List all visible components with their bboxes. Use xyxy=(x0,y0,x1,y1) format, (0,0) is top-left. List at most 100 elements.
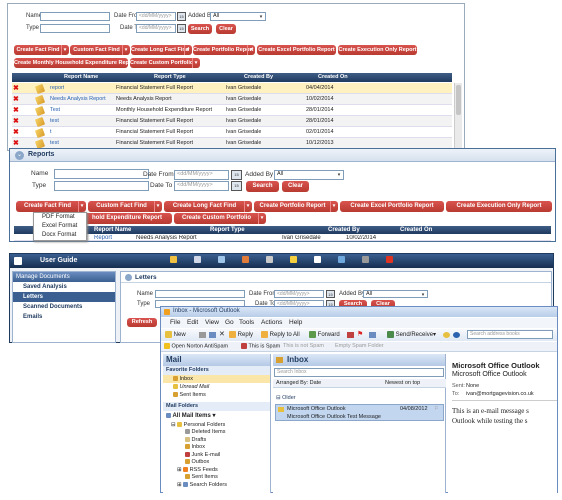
arranged-by-button[interactable]: Arranged By: Date xyxy=(276,379,321,388)
categorize-icon[interactable] xyxy=(347,332,354,338)
refresh-icon[interactable] xyxy=(338,256,345,263)
folder-deleted-items[interactable]: Deleted Items xyxy=(163,429,270,437)
edit-icon[interactable] xyxy=(34,94,46,106)
favorite-folders-header[interactable]: Favorite Folders xyxy=(163,366,270,375)
table-row[interactable]: ✖ Needs Analysis Report Needs Analysis R… xyxy=(12,94,452,106)
help-icon[interactable] xyxy=(453,332,460,338)
column-header[interactable]: Created By xyxy=(244,73,273,82)
menu-help[interactable]: Help xyxy=(289,319,302,326)
search-inbox-input[interactable]: Search Inbox xyxy=(274,368,444,377)
calendar-icon[interactable] xyxy=(170,256,177,263)
report-name[interactable]: test xyxy=(50,116,59,127)
create-fact-find-button[interactable]: Create Fact Find xyxy=(14,45,69,55)
type-input[interactable] xyxy=(54,181,149,191)
sort-order-button[interactable]: Newest on top xyxy=(385,379,420,388)
create-monthly-household-report-button[interactable]: hold Expenditure Report xyxy=(82,213,172,224)
name-input[interactable] xyxy=(40,12,110,21)
message-item[interactable]: Microsoft Office Outlook 04/08/2012 ⚐ Mi… xyxy=(275,404,444,421)
create-custom-portfolio-button[interactable]: Create Custom Portfolio xyxy=(130,58,200,68)
report-name[interactable]: t xyxy=(50,127,52,138)
reply-button[interactable]: Reply xyxy=(229,331,253,338)
create-execution-only-report-button[interactable]: Create Execution Only Report xyxy=(338,45,417,55)
delete-icon[interactable]: ✕ xyxy=(219,330,225,338)
create-excel-portfolio-report-button[interactable]: Create Excel Portfolio Report xyxy=(257,45,336,55)
table-row[interactable]: ✖ t Financial Statement Full Report Ivan… xyxy=(12,127,452,139)
name-input[interactable] xyxy=(54,169,149,179)
clear-button[interactable]: Clear xyxy=(282,181,309,192)
find-icon[interactable] xyxy=(443,332,450,338)
open-norton-button[interactable]: Open Norton AntiSpam xyxy=(164,343,228,349)
sidebar-item-scanned-documents[interactable]: Scanned Documents xyxy=(13,302,115,312)
older-group-header[interactable]: ⊟ Older xyxy=(276,395,296,401)
edit-icon[interactable] xyxy=(34,105,46,117)
clipboard-icon[interactable] xyxy=(194,256,201,263)
date-to-input[interactable]: <dd/MM/yyyy> xyxy=(136,24,176,33)
folder-sent-items[interactable]: Sent Items xyxy=(163,474,270,482)
search-button[interactable]: Search xyxy=(188,24,212,34)
menu-file[interactable]: File xyxy=(170,319,180,326)
address-book-icon[interactable] xyxy=(369,332,376,338)
search-address-books-input[interactable]: Search address books xyxy=(467,330,553,339)
sidebar-item-saved-analysis[interactable]: Saved Analysis xyxy=(13,282,115,292)
create-custom-portfolio-button[interactable]: Create Custom Portfolio xyxy=(174,213,266,224)
create-portfolio-report-button[interactable]: Create Portfolio Report xyxy=(254,201,338,212)
date-to-input[interactable]: <dd/MM/yyyy> xyxy=(174,181,229,191)
book-icon[interactable] xyxy=(242,256,249,263)
print-icon[interactable] xyxy=(199,332,206,338)
menu-tools[interactable]: Tools xyxy=(239,319,254,326)
added-by-select[interactable]: All ▾ xyxy=(363,290,428,298)
calendar-icon[interactable]: 15 xyxy=(326,290,335,298)
edit-icon[interactable] xyxy=(34,127,46,139)
folder-junk-email[interactable]: Junk E-mail xyxy=(163,452,270,460)
folder-personal-folders[interactable]: ⊟ Personal Folders xyxy=(163,421,270,429)
folder-rss-feeds[interactable]: ⊞ RSS Feeds xyxy=(163,467,270,475)
favorite-inbox[interactable]: Inbox xyxy=(163,375,270,383)
create-long-fact-find-button[interactable]: Create Long Fact Find xyxy=(131,45,192,55)
menu-edit[interactable]: Edit xyxy=(187,319,198,326)
column-header[interactable]: Report Name xyxy=(94,226,131,234)
edit-icon[interactable] xyxy=(34,116,46,128)
sidebar-item-emails[interactable]: Emails xyxy=(13,312,115,322)
table-row[interactable]: ✖ test Financial Statement Full Report I… xyxy=(12,116,452,128)
refresh-button[interactable]: Refresh xyxy=(127,318,157,327)
report-name[interactable]: Needs Analysis Report xyxy=(50,94,106,105)
this-is-spam-button[interactable]: This is Spam xyxy=(241,343,280,349)
folder-outbox[interactable]: Outbox xyxy=(163,459,270,467)
delete-icon[interactable]: ✖ xyxy=(13,116,19,127)
table-row[interactable]: Report Needs Analysis Report Ivan Grised… xyxy=(14,235,551,241)
favorite-sent-items[interactable]: Sent Items xyxy=(163,391,270,399)
menu-item-pdf[interactable]: PDF Format xyxy=(34,213,86,222)
reply-all-button[interactable]: Reply to All xyxy=(261,331,300,338)
report-name[interactable]: Test xyxy=(50,105,60,116)
chart-icon[interactable] xyxy=(218,256,225,263)
gear-icon[interactable] xyxy=(266,256,273,263)
sidebar-item-letters[interactable]: Letters xyxy=(13,292,115,302)
people-icon[interactable] xyxy=(290,256,297,263)
create-excel-portfolio-report-button[interactable]: Create Excel Portfolio Report xyxy=(340,201,444,212)
delete-icon[interactable]: ✖ xyxy=(13,105,19,116)
all-mail-items[interactable]: All Mail Items ▾ xyxy=(163,411,270,421)
flag-icon[interactable]: ⚑ xyxy=(357,330,363,338)
user-guide-icon[interactable] xyxy=(14,257,22,265)
name-input[interactable] xyxy=(155,290,245,298)
forward-button[interactable]: Forward xyxy=(309,331,340,338)
table-row[interactable]: ✖ report Financial Statement Full Report… xyxy=(12,83,452,95)
create-monthly-household-report-button[interactable]: Create Monthly Household Expenditure Rep… xyxy=(14,58,128,68)
search-button[interactable]: Search xyxy=(246,181,279,192)
column-header[interactable]: Created On xyxy=(318,73,348,82)
create-fact-find-button[interactable]: Create Fact Find xyxy=(16,201,86,212)
calendar-icon[interactable]: 15 xyxy=(231,181,242,191)
report-name[interactable]: report xyxy=(50,83,64,94)
calendar-icon[interactable]: 15 xyxy=(177,24,186,33)
menu-view[interactable]: View xyxy=(205,319,219,326)
favorite-unread-mail[interactable]: Unread Mail xyxy=(163,383,270,391)
clear-button[interactable]: Clear xyxy=(216,24,236,34)
report-name[interactable]: Report xyxy=(94,235,112,240)
custom-fact-find-button[interactable]: Custom Fact Find xyxy=(88,201,162,212)
collapse-icon[interactable] xyxy=(125,274,132,281)
column-header[interactable]: Created On xyxy=(400,226,432,234)
menu-item-excel[interactable]: Excel Format xyxy=(34,222,86,231)
delete-icon[interactable]: ✖ xyxy=(13,94,19,105)
menu-go[interactable]: Go xyxy=(225,319,234,326)
added-by-select[interactable]: All ▾ xyxy=(210,12,266,21)
